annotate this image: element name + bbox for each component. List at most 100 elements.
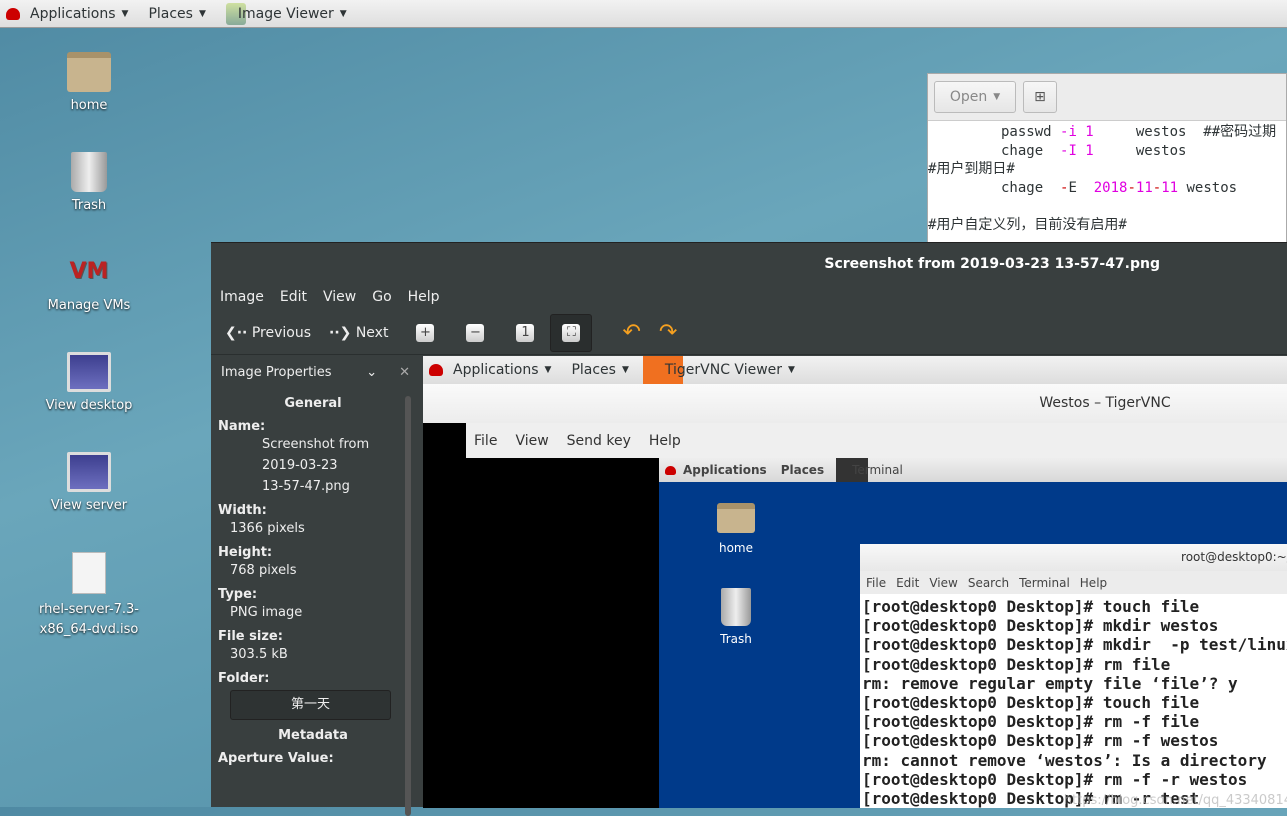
folder-button[interactable]: 第一天 bbox=[230, 690, 391, 720]
desktop-icon-label: Trash bbox=[71, 198, 107, 213]
text-editor[interactable]: passwd -i 1 westos ##密码过期 chage -I 1 west… bbox=[928, 121, 1286, 234]
zoom-out-icon[interactable]: − bbox=[466, 323, 485, 342]
vnc-menu-help[interactable]: Help bbox=[649, 433, 681, 449]
zoom-fit-icon: ⛶ bbox=[562, 323, 581, 342]
height-label: Height: bbox=[218, 545, 273, 560]
image-display[interactable]: Applications ▼ Places ▼ TigerVNC Viewer ▼ W… bbox=[423, 356, 1287, 808]
next-button[interactable]: ··❯ Next bbox=[329, 325, 388, 341]
menu-go[interactable]: Go bbox=[372, 289, 391, 305]
menu-view[interactable]: View bbox=[323, 289, 356, 305]
terminal-menu-edit[interactable]: Edit bbox=[896, 576, 919, 590]
terminal-window: root@desktop0:~/D File Edit View Search … bbox=[860, 544, 1287, 808]
desktop-icon-label: home bbox=[70, 98, 108, 113]
terminal-line: [root@desktop0 Desktop]# rm file bbox=[862, 654, 1171, 674]
chevron-down-icon[interactable]: ⌄ bbox=[366, 365, 377, 380]
folder-home-icon bbox=[67, 52, 111, 92]
desktop-icon[interactable]: VM Manage VMs bbox=[24, 252, 154, 313]
rotate-right-icon[interactable]: ↷ bbox=[659, 320, 677, 345]
terminal-menu-help[interactable]: Help bbox=[1080, 576, 1107, 590]
desktop-icon[interactable]: home bbox=[24, 52, 154, 113]
disc-image-icon bbox=[72, 552, 106, 594]
toolbar: ❮·· Previous ··❯ Next + − 1 ⛶ ↶ ↷ bbox=[211, 311, 1287, 355]
caret-down-icon: ▼ bbox=[544, 365, 552, 375]
desktop-icon[interactable]: View desktop bbox=[24, 352, 154, 413]
zoom-normal-icon[interactable]: 1 bbox=[516, 323, 535, 342]
trash-icon bbox=[721, 588, 751, 626]
desktop-icon[interactable]: View server bbox=[24, 452, 154, 513]
section-general: General bbox=[284, 396, 342, 411]
desktop-icon-label: rhel-server-7.3-x86_64-dvd.iso bbox=[38, 602, 140, 637]
watermark: https://blog.csdn.net/qq_43340814 bbox=[1063, 793, 1287, 808]
rotate-left-icon[interactable]: ↶ bbox=[622, 320, 640, 345]
terminal-line: [root@desktop0 Desktop]# rm -f westos bbox=[862, 731, 1219, 751]
terminal-line: [root@desktop0 Desktop]# touch file bbox=[862, 597, 1200, 616]
code-line: chage -I 1 westos bbox=[1001, 142, 1187, 159]
caret-down-icon: ▼ bbox=[993, 92, 1001, 102]
vnc-menu-send-key[interactable]: Send key bbox=[567, 433, 631, 449]
caret-down-icon: ▼ bbox=[339, 8, 347, 19]
vnc-menu-view[interactable]: View bbox=[515, 433, 548, 449]
terminal-menu-search[interactable]: Search bbox=[968, 576, 1009, 590]
width-label: Width: bbox=[218, 503, 267, 518]
close-icon[interactable]: ✕ bbox=[399, 365, 410, 380]
desktop-icon-label: View server bbox=[50, 498, 128, 513]
applications-menu[interactable]: Applications ▼ bbox=[0, 6, 128, 22]
window-title: Screenshot from 2019-03-23 13-57-47.png bbox=[824, 256, 1160, 272]
code-line: #用户自定义列，目前没有启用# bbox=[928, 216, 1127, 233]
desktop-icon-label: View desktop bbox=[45, 398, 133, 413]
terminal-line: [root@desktop0 Desktop]# rm -f -r westos bbox=[862, 769, 1248, 789]
zoom-in-icon[interactable]: + bbox=[416, 323, 435, 342]
terminal-menu-view[interactable]: View bbox=[929, 576, 957, 590]
caret-down-icon: ▼ bbox=[621, 365, 629, 375]
code-line: chage -E 2018-11-11 westos bbox=[1001, 179, 1238, 196]
terminal-line: [root@desktop0 Desktop]# touch file bbox=[862, 693, 1200, 713]
image-properties-sidebar: Image Properties ⌄ ✕ General Name: Scree… bbox=[211, 356, 415, 816]
trash-icon bbox=[71, 152, 107, 192]
menu-bar: Image Edit View Go Help bbox=[211, 283, 1287, 311]
monitor-icon bbox=[67, 352, 111, 392]
vnc-menu-file[interactable]: File bbox=[474, 433, 497, 449]
places-menu[interactable]: Places ▼ bbox=[148, 6, 205, 22]
top-panel: Applications ▼ Places ▼ Image Viewer ▼ bbox=[0, 0, 1287, 28]
zoom-fit-button[interactable]: ⛶ bbox=[550, 313, 593, 352]
name-value: 13-57-47.png bbox=[262, 479, 350, 494]
desktop-icon-label: Manage VMs bbox=[47, 298, 131, 313]
code-line: #用户到期日# bbox=[928, 161, 1015, 177]
terminal-menu-file[interactable]: File bbox=[866, 576, 886, 590]
vnc-menu: File View Send key Help bbox=[466, 423, 1287, 458]
sidebar-scrollbar[interactable] bbox=[405, 396, 411, 816]
image-viewer-window: Screenshot from 2019-03-23 13-57-47.png … bbox=[211, 242, 1287, 816]
terminal-menu-terminal[interactable]: Terminal bbox=[1019, 576, 1070, 590]
code-line: passwd -i 1 westos ##密码过期 bbox=[1001, 124, 1277, 140]
menu-edit[interactable]: Edit bbox=[280, 289, 307, 305]
arrow-right-icon: ··❯ bbox=[329, 324, 352, 341]
inner-top-panel: Applications ▼ Places ▼ TigerVNC Viewer ▼ bbox=[423, 356, 1287, 384]
arrow-left-icon: ❮·· bbox=[225, 324, 248, 341]
desktop-icon[interactable]: Trash bbox=[24, 152, 154, 213]
folder-label: Folder: bbox=[218, 671, 270, 686]
section-metadata: Metadata bbox=[278, 728, 348, 743]
vnc-title: Westos – TigerVNC bbox=[423, 384, 1287, 423]
file-size-value: 303.5 kB bbox=[230, 647, 288, 662]
name-value: 2019-03-23 bbox=[262, 458, 338, 473]
new-tab-button[interactable]: ⊞ bbox=[1023, 81, 1057, 113]
app-menu[interactable]: Image Viewer ▼ bbox=[225, 2, 347, 25]
type-value: PNG image bbox=[230, 605, 303, 620]
open-button[interactable]: Open ▼ bbox=[934, 81, 1016, 113]
terminal-line: [root@desktop0 Desktop]# mkdir -p test/l… bbox=[862, 635, 1287, 655]
desktop-icon[interactable]: rhel-server-7.3-x86_64-dvd.iso bbox=[24, 552, 154, 640]
previous-button[interactable]: ❮·· Previous bbox=[225, 325, 311, 341]
guest-panel: Applications Places Terminal bbox=[659, 458, 1287, 482]
height-value: 768 pixels bbox=[230, 563, 297, 578]
type-label: Type: bbox=[218, 587, 258, 602]
name-value: Screenshot from bbox=[262, 437, 370, 452]
monitor-icon bbox=[67, 452, 111, 492]
menu-help[interactable]: Help bbox=[408, 289, 440, 305]
guest-trash-icon[interactable]: Trash bbox=[699, 588, 773, 646]
guest-home-icon[interactable]: home bbox=[699, 503, 773, 555]
terminal-output[interactable]: [root@desktop0 Desktop]# touch file [root… bbox=[860, 594, 1287, 808]
redhat-icon bbox=[6, 7, 20, 20]
name-label: Name: bbox=[218, 419, 266, 434]
menu-image[interactable]: Image bbox=[220, 289, 264, 305]
